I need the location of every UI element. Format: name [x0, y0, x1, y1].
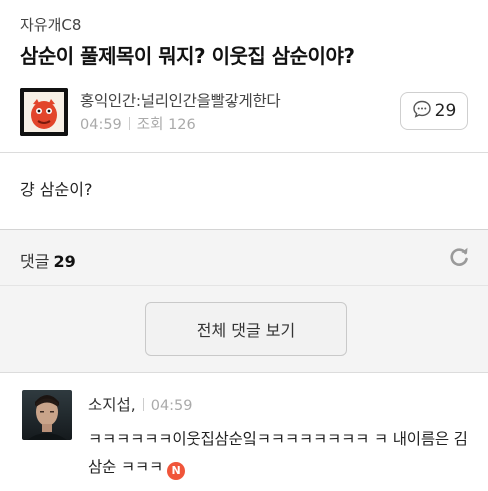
comment-meta: 소지섭, 04:59	[88, 393, 193, 415]
post-body: 걍 삼순이?	[20, 180, 93, 199]
comments-title: 댓글 29	[20, 248, 76, 272]
comments-header: 댓글 29	[0, 229, 488, 285]
comment-meta-divider	[142, 398, 144, 411]
author-avatar[interactable]	[20, 88, 68, 136]
meta-divider	[128, 117, 130, 130]
comment-count: 29	[434, 101, 457, 121]
commenter-avatar[interactable]	[22, 390, 72, 440]
comment-count-button[interactable]: 29	[400, 92, 468, 130]
author-name[interactable]: 홍익인간:널리인간을빨갛게한다	[80, 89, 281, 111]
comment-body: ㅋㅋㅋㅋㅋㅋ이웃집삼순잌ㅋㅋㅋㅋㅋㅋㅋㅋ ㅋ 내이름은 김삼순 ㅋㅋㅋ	[88, 430, 468, 476]
post-meta: 04:59 조회 126	[80, 113, 196, 134]
post-header: 자유개C8 삼순이 풀제목이 뭐지? 이웃집 삼순이야? 홍익인간:널리인간을빨…	[0, 0, 488, 152]
board-name[interactable]: 자유개C8	[20, 14, 81, 35]
comments-count: 29	[53, 252, 76, 271]
new-badge: N	[167, 462, 186, 480]
header-divider	[0, 152, 488, 153]
comment-item: 소지섭, 04:59 ㅋㅋㅋㅋㅋㅋ이웃집삼순잌ㅋㅋㅋㅋㅋㅋㅋㅋ ㅋ 내이름은 김삼…	[0, 372, 488, 491]
post-title: 삼순이 풀제목이 뭐지? 이웃집 삼순이야?	[20, 44, 355, 68]
comment-author[interactable]: 소지섭,	[88, 396, 136, 414]
view-all-comments-button[interactable]: 전체 댓글 보기	[145, 302, 347, 356]
refresh-icon[interactable]	[446, 244, 472, 270]
post-time: 04:59	[80, 117, 122, 133]
speech-bubble-icon	[412, 99, 432, 123]
post-views: 조회 126	[136, 117, 196, 133]
comment-time: 04:59	[150, 398, 193, 414]
view-all-area: 전체 댓글 보기	[0, 285, 488, 372]
comments-label: 댓글	[20, 252, 50, 271]
comment-text: ㅋㅋㅋㅋㅋㅋ이웃집삼순잌ㅋㅋㅋㅋㅋㅋㅋㅋ ㅋ 내이름은 김삼순 ㅋㅋㅋ N	[88, 425, 468, 481]
